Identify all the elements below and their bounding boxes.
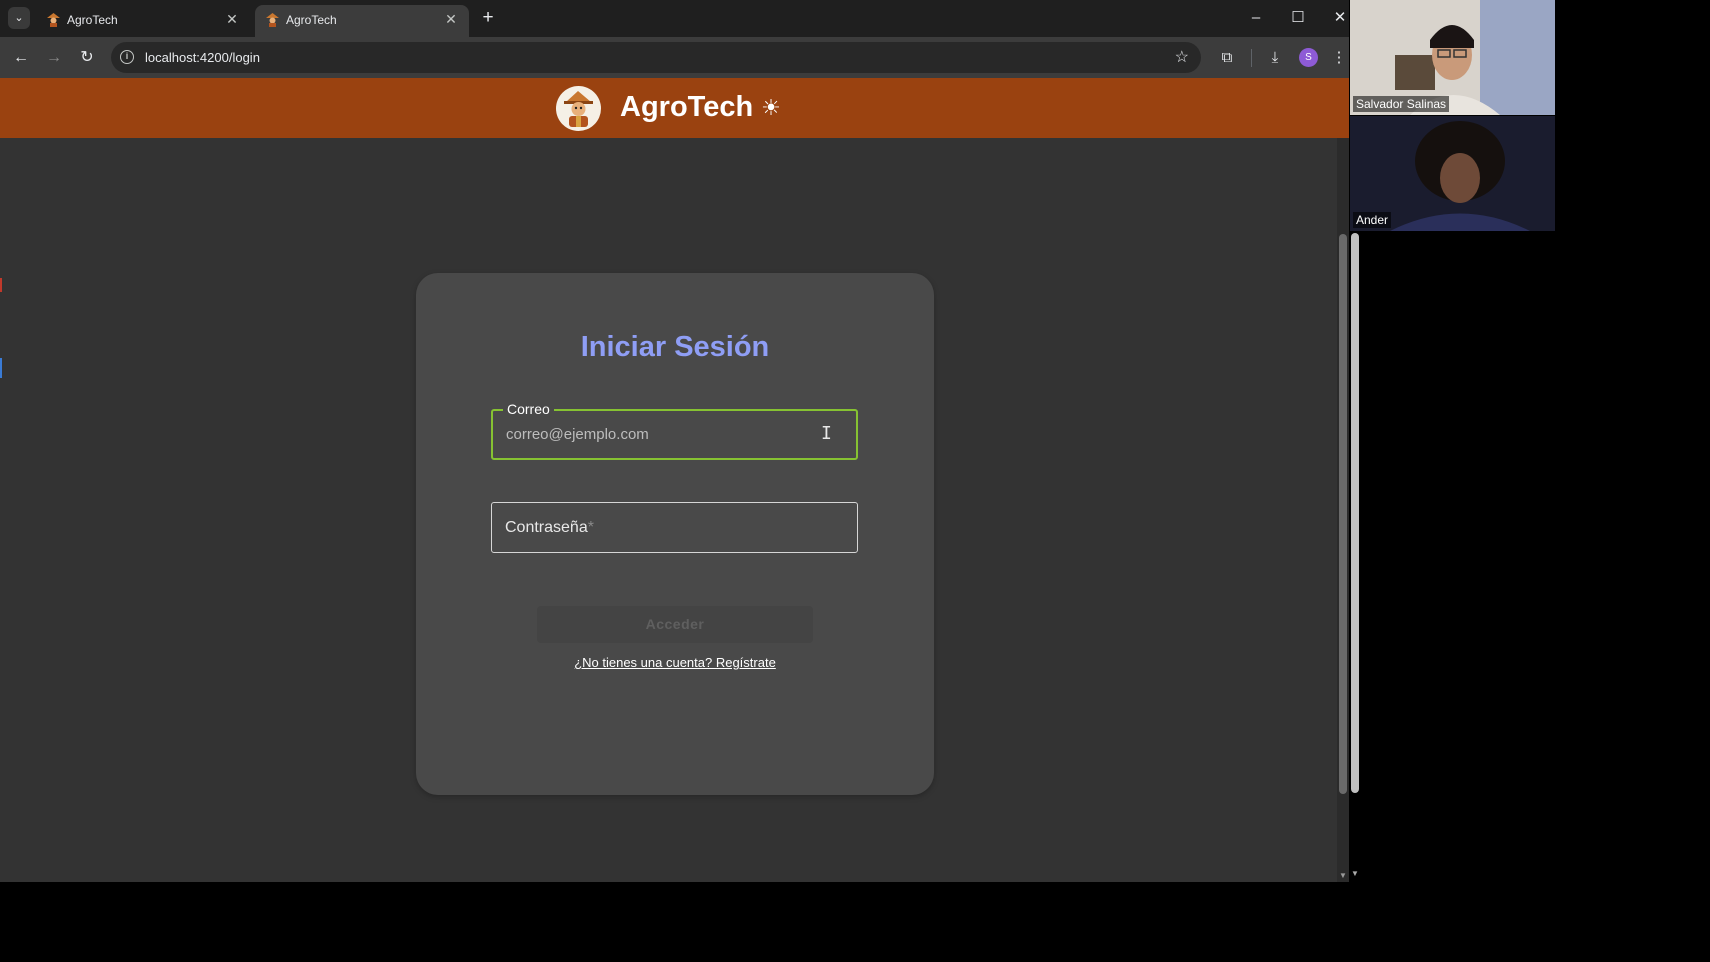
profile-avatar[interactable]: S [1299,48,1318,67]
edge-artifact [0,278,2,292]
extensions-icon[interactable]: ⧉ [1215,46,1239,70]
scarecrow-logo-icon [556,86,601,131]
email-placeholder[interactable]: correo@ejemplo.com [506,426,649,443]
login-card: Iniciar Sesión Correo correo@ejemplo.com… [416,273,934,795]
site-info-icon[interactable]: i [120,50,134,64]
scarecrow-favicon-icon [47,13,60,27]
participant-video: Salvador Salinas [1350,0,1555,115]
maximize-icon[interactable]: ☐ [1286,8,1310,28]
sun-icon[interactable]: ☀ [759,96,783,120]
page-viewport: AgroTech ☀ Iniciar Sesión Correo correo@… [0,78,1349,882]
text-cursor-icon: I [821,423,832,444]
url-text[interactable]: localhost:4200/login [145,50,260,65]
tab-search-button[interactable]: ⌄ [8,7,30,29]
panel-scrollbar[interactable]: ▼ [1349,233,1361,883]
scroll-down-icon[interactable]: ▼ [1338,872,1348,880]
password-field[interactable]: Contraseña* [491,502,858,553]
password-label: Contraseña* [505,519,594,536]
participant-name: Ander [1353,212,1392,228]
email-field[interactable]: Correo correo@ejemplo.com I [491,401,858,460]
scarecrow-favicon-icon [266,13,279,27]
tab-strip: ⌄ AgroTech ✕ AgroTech ✕ + – ☐ ✕ [0,0,1349,37]
bottom-strip [0,882,1349,962]
page-scrollbar[interactable]: ▼ [1337,138,1349,882]
tab-close-icon[interactable]: ✕ [443,11,459,27]
menu-icon[interactable]: ⋮ [1330,46,1348,70]
forward-icon[interactable]: → [42,46,66,70]
browser-toolbar: ← → ↻ i localhost:4200/login ☆ ⧉ ⤓ S ⋮ [0,37,1349,78]
scrollbar-thumb[interactable] [1351,233,1359,793]
tab-agrotech-2[interactable]: AgroTech ✕ [255,5,469,37]
address-bar[interactable]: i localhost:4200/login ☆ [111,42,1201,73]
tab-agrotech-1[interactable]: AgroTech ✕ [36,5,250,37]
toolbar-divider [1251,49,1252,67]
app-title: AgroTech [620,91,754,123]
login-button[interactable]: Acceder [537,606,813,643]
app-header: AgroTech ☀ [0,78,1349,138]
browser-window: ⌄ AgroTech ✕ AgroTech ✕ + – ☐ ✕ ← → ↻ i … [0,0,1349,882]
scroll-down-icon[interactable]: ▼ [1350,869,1360,878]
tab-title: AgroTech [286,13,337,27]
video-call-panel: Salvador Salinas Ander ▼ [1349,0,1710,962]
scrollbar-thumb[interactable] [1339,234,1347,794]
login-title: Iniciar Sesión [580,331,770,363]
back-icon[interactable]: ← [9,46,33,70]
edge-artifact [0,358,2,378]
participant-video: Ander [1350,116,1555,231]
email-label: Correo [503,401,554,417]
minimize-icon[interactable]: – [1244,8,1268,28]
reload-icon[interactable]: ↻ [75,46,99,70]
bookmark-star-icon[interactable]: ☆ [1175,47,1189,67]
participant-name: Salvador Salinas [1353,96,1450,112]
tab-close-icon[interactable]: ✕ [224,11,240,27]
new-tab-button[interactable]: + [478,8,498,28]
register-link[interactable]: ¿No tienes una cuenta? Regístrate [416,655,934,670]
download-icon[interactable]: ⤓ [1263,46,1287,70]
required-mark: * [587,519,594,536]
tab-title: AgroTech [67,13,118,27]
